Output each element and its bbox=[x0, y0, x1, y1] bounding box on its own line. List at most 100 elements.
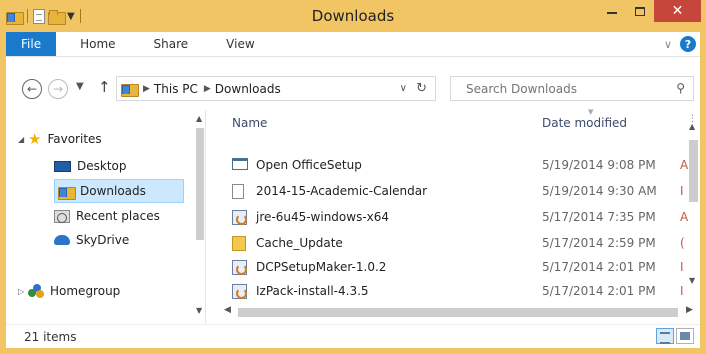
tab-view[interactable]: View bbox=[207, 32, 273, 56]
table-row[interactable]: Open OfficeSetup 5/19/2014 9:08 PM A bbox=[208, 154, 688, 176]
navigation-bar: ← → ▼ ↑ ▶ This PC ▶ Downloads ∨ ↻ ⚲ bbox=[6, 56, 700, 110]
nav-pane-scrollbar[interactable]: ▲ ▼ bbox=[194, 110, 206, 324]
nav-homegroup[interactable]: ▷ Homegroup bbox=[18, 280, 120, 302]
scroll-thumb[interactable] bbox=[196, 128, 204, 240]
table-row[interactable]: 2014-15-Academic-Calendar 5/19/2014 9:30… bbox=[208, 180, 686, 202]
file-type-partial: I bbox=[680, 260, 684, 274]
scroll-up-icon[interactable]: ▲ bbox=[196, 114, 202, 123]
minimize-button[interactable] bbox=[598, 0, 626, 22]
folder-icon bbox=[232, 236, 246, 251]
title-bar[interactable]: ▼ Downloads ✕ bbox=[0, 0, 706, 32]
sidebar-item-skydrive[interactable]: SkyDrive bbox=[54, 229, 129, 251]
breadcrumb-downloads[interactable]: Downloads bbox=[215, 82, 281, 96]
search-input[interactable] bbox=[466, 81, 656, 96]
homegroup-icon bbox=[28, 284, 44, 298]
file-list-pane: Name ▼ Date modified ⋮ Open OfficeSetup … bbox=[208, 108, 700, 324]
file-type-partial: I bbox=[680, 184, 684, 198]
tab-home[interactable]: Home bbox=[56, 32, 134, 56]
file-name: Cache_Update bbox=[256, 236, 343, 250]
view-switcher bbox=[656, 328, 694, 344]
address-history-icon[interactable]: ∨ bbox=[400, 83, 407, 94]
ribbon-tabs: File Home Share View ∨ ? bbox=[6, 32, 700, 56]
column-header-date-modified[interactable]: Date modified bbox=[542, 110, 627, 136]
breadcrumb-separator-icon[interactable]: ▶ bbox=[204, 84, 211, 94]
java-installer-icon bbox=[232, 210, 247, 225]
ribbon-controls: ∨ ? bbox=[664, 32, 700, 56]
recent-locations-icon[interactable]: ▼ bbox=[76, 81, 84, 92]
downloads-folder-icon bbox=[58, 185, 76, 200]
maximize-button[interactable] bbox=[626, 0, 654, 22]
sidebar-item-downloads[interactable]: Downloads bbox=[54, 179, 184, 203]
file-date: 5/17/2014 2:59 PM bbox=[542, 236, 656, 250]
item-count: 21 items bbox=[24, 329, 77, 344]
file-date: 5/17/2014 2:01 PM bbox=[542, 260, 656, 274]
nav-favorites-label: Favorites bbox=[47, 132, 102, 146]
table-row[interactable]: DCPSetupMaker-1.0.2 5/17/2014 2:01 PM I bbox=[208, 256, 686, 278]
downloads-folder-icon bbox=[121, 82, 139, 97]
scroll-thumb[interactable] bbox=[238, 308, 678, 317]
collapse-triangle-icon[interactable]: ◢ bbox=[18, 135, 26, 144]
file-type-partial: I bbox=[680, 284, 684, 298]
file-name: DCPSetupMaker-1.0.2 bbox=[256, 260, 387, 274]
sidebar-item-label: Recent places bbox=[76, 209, 160, 223]
table-row[interactable]: Cache_Update 5/17/2014 2:59 PM ( bbox=[208, 232, 686, 254]
java-installer-icon bbox=[232, 284, 247, 299]
breadcrumb-separator-icon[interactable]: ▶ bbox=[143, 84, 150, 94]
file-date: 5/19/2014 9:08 PM bbox=[542, 158, 656, 172]
scroll-left-icon[interactable]: ◀ bbox=[224, 305, 231, 315]
refresh-icon[interactable]: ↻ bbox=[416, 81, 427, 96]
scroll-down-icon[interactable]: ▼ bbox=[689, 276, 695, 285]
forward-arrow-icon: → bbox=[52, 82, 64, 96]
file-date: 5/17/2014 2:01 PM bbox=[542, 284, 656, 298]
favorites-star-icon: ★ bbox=[28, 130, 42, 148]
help-icon[interactable]: ? bbox=[680, 36, 696, 52]
expand-triangle-icon[interactable]: ▷ bbox=[18, 287, 26, 296]
search-icon[interactable]: ⚲ bbox=[676, 81, 685, 95]
table-row[interactable]: IzPack-install-4.3.5 5/17/2014 2:01 PM I bbox=[208, 280, 686, 302]
forward-button[interactable]: → bbox=[48, 79, 68, 99]
close-button[interactable]: ✕ bbox=[654, 0, 701, 22]
file-name: jre-6u45-windows-x64 bbox=[256, 210, 390, 224]
java-installer-icon bbox=[232, 260, 247, 275]
back-button[interactable]: ← bbox=[22, 79, 42, 99]
address-bar[interactable]: ▶ This PC ▶ Downloads ∨ ↻ bbox=[116, 76, 436, 101]
details-view-button[interactable] bbox=[656, 328, 674, 344]
sidebar-item-recent-places[interactable]: Recent places bbox=[54, 205, 160, 227]
skydrive-icon bbox=[54, 235, 70, 245]
file-date: 5/19/2014 9:30 AM bbox=[542, 184, 657, 198]
tab-share[interactable]: Share bbox=[135, 32, 208, 56]
minimize-icon bbox=[607, 12, 617, 14]
search-box[interactable]: ⚲ bbox=[450, 76, 694, 101]
scroll-up-icon[interactable]: ▲ bbox=[689, 122, 695, 131]
file-name: 2014-15-Academic-Calendar bbox=[256, 184, 428, 198]
breadcrumb-this-pc[interactable]: This PC bbox=[154, 82, 198, 96]
file-name: Open OfficeSetup bbox=[256, 158, 362, 172]
scroll-thumb[interactable] bbox=[689, 140, 698, 202]
content-area: ◢ ★ Favorites Desktop Downloads Recent p… bbox=[6, 108, 700, 324]
scroll-down-icon[interactable]: ▼ bbox=[196, 306, 202, 315]
large-icons-view-button[interactable] bbox=[676, 328, 694, 344]
file-list-horizontal-scrollbar[interactable]: ◀ ▶ bbox=[208, 302, 700, 320]
tab-file[interactable]: File bbox=[6, 32, 57, 56]
nav-homegroup-label: Homegroup bbox=[50, 284, 121, 298]
column-header-name[interactable]: Name bbox=[232, 110, 267, 136]
close-icon: ✕ bbox=[671, 3, 684, 19]
sidebar-item-label: Downloads bbox=[80, 184, 146, 198]
file-date: 5/17/2014 7:35 PM bbox=[542, 210, 656, 224]
window-controls: ✕ bbox=[598, 0, 701, 22]
sidebar-item-desktop[interactable]: Desktop bbox=[54, 155, 127, 177]
up-button[interactable]: ↑ bbox=[98, 78, 111, 96]
sidebar-item-label: SkyDrive bbox=[76, 233, 130, 247]
scroll-right-icon[interactable]: ▶ bbox=[686, 305, 693, 315]
back-arrow-icon: ← bbox=[26, 82, 38, 96]
navigation-pane[interactable]: ◢ ★ Favorites Desktop Downloads Recent p… bbox=[6, 110, 206, 324]
maximize-icon bbox=[635, 6, 645, 16]
nav-favorites[interactable]: ◢ ★ Favorites bbox=[18, 128, 102, 150]
status-bar: 21 items bbox=[6, 324, 700, 348]
file-list-vertical-scrollbar[interactable]: ▲ ▼ bbox=[686, 110, 700, 324]
document-icon bbox=[232, 184, 244, 199]
recent-places-icon bbox=[54, 209, 70, 223]
table-row[interactable]: jre-6u45-windows-x64 5/17/2014 7:35 PM A bbox=[208, 206, 688, 228]
expand-ribbon-icon[interactable]: ∨ bbox=[664, 38, 672, 51]
file-type-partial: ( bbox=[680, 236, 685, 250]
